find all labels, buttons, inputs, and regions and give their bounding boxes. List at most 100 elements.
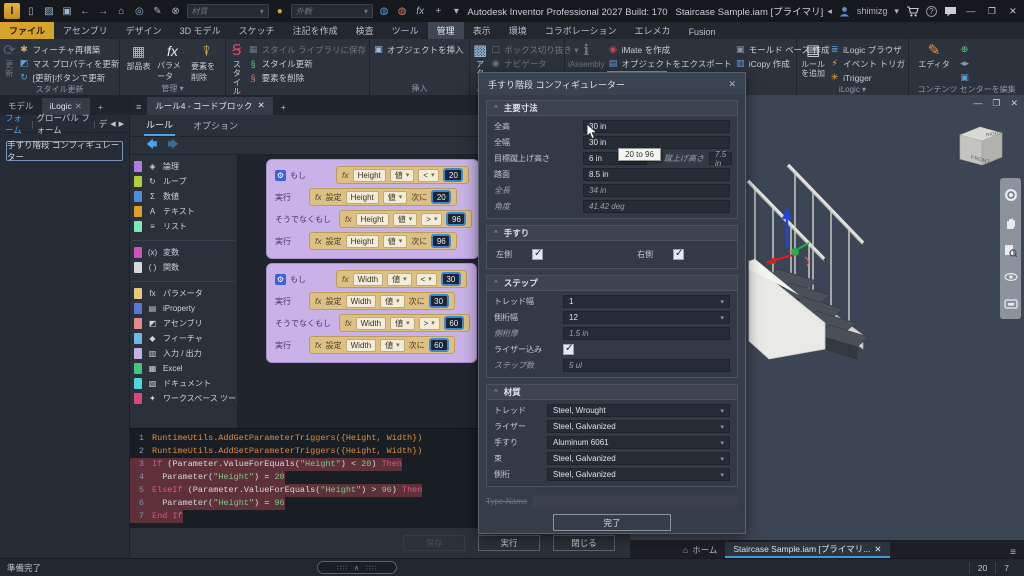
appearance-combo[interactable]: 外観 ▾ (290, 4, 373, 18)
global-forms-link[interactable]: グローバル フォーム (36, 112, 90, 136)
staircase-model[interactable] (735, 153, 885, 373)
parameters-fx-icon[interactable]: fx (413, 4, 427, 18)
new-file-icon[interactable]: ▯ (24, 4, 38, 18)
toolbox-category-15[interactable]: ▧ ドキュメント (130, 376, 237, 391)
done-button[interactable]: 完了 (553, 514, 671, 531)
subtab-options[interactable]: オプション (191, 116, 240, 135)
open-folder-icon[interactable]: ▨ (42, 4, 56, 18)
add-rule-button[interactable]: ▤ ルールを追加 (800, 41, 826, 84)
toolbox-category-0[interactable]: ◈ 論理 (130, 159, 237, 174)
ribbon-tab-2[interactable]: デザイン (117, 22, 171, 39)
clear-appearance-icon[interactable]: ◍ (395, 4, 409, 18)
close-editor-button[interactable]: 閉じる (553, 535, 615, 551)
number-chip[interactable]: 30 (428, 294, 449, 308)
handrail-material-dropdown[interactable]: Aluminum 6061 (547, 436, 730, 449)
number-chip[interactable]: 60 (443, 316, 464, 330)
run-button[interactable]: 実行 (478, 535, 540, 551)
group-label[interactable]: スタイル更新 (0, 84, 119, 95)
number-chip[interactable]: 20 (431, 190, 452, 204)
toolbox-category-6[interactable]: (x) 変数 (130, 245, 237, 260)
user-caret-icon[interactable]: ▾ (894, 6, 899, 17)
cc-update-item[interactable]: ▣ (959, 71, 970, 84)
save-icon[interactable]: ▣ (60, 4, 74, 18)
home-icon[interactable]: ⌂ (114, 4, 128, 18)
group-label[interactable]: 管理 ▾ (120, 83, 225, 95)
adjust-appearance-icon[interactable]: ◍ (377, 4, 391, 18)
zoom-icon[interactable] (1004, 244, 1017, 257)
ribbon-tab-7[interactable]: ツール (383, 22, 428, 39)
rebuild-feature-item[interactable]: ✱ フィーチャ再構築 (19, 43, 120, 56)
toolbox-category-11[interactable]: ◩ アセンブリ (130, 316, 237, 331)
value-dropdown[interactable]: 値 (382, 190, 408, 204)
tab-close-icon[interactable]: ✕ (258, 100, 265, 112)
purge-button[interactable]: ⍒ 要素を削除 (191, 41, 222, 83)
section-header[interactable]: ^ 主要寸法 (487, 101, 737, 116)
add-rule-tab-button[interactable]: + (273, 99, 294, 115)
scroll-left-icon[interactable]: ◀ (110, 120, 115, 128)
stringer-material-dropdown[interactable]: Steel, Galvanized (547, 468, 730, 481)
value-dropdown[interactable]: 値 (382, 234, 408, 248)
ribbon-tab-3[interactable]: 3D モデル (171, 22, 230, 39)
full-navigation-wheel-icon[interactable] (1004, 188, 1018, 202)
close-button[interactable]: ✕ (1006, 6, 1020, 17)
insert-object-item[interactable]: ▣ オブジェクトを挿入 (373, 43, 463, 56)
ilogic-browser-item[interactable]: ≣ iLogic ブラウザ (829, 43, 905, 56)
pan-hand-icon[interactable] (1004, 217, 1017, 230)
value-dropdown[interactable]: 値 (380, 294, 405, 308)
document-tab-staircase[interactable]: Staircase Sample.iam [プライマリ... ✕ (725, 542, 890, 558)
toolbox-category-2[interactable]: Σ 数値 (130, 189, 237, 204)
ribbon-tab-9[interactable]: 表示 (464, 22, 500, 39)
qat-add-icon[interactable]: + (431, 4, 445, 18)
section-header[interactable]: ^ 手すり (487, 226, 737, 241)
dock-collapse-handle[interactable]: ∷∷ ∧ ∷∷ (317, 561, 397, 574)
if-block-height[interactable]: ⚙ もし fx Height 値 < 20 実行 fx (266, 159, 480, 259)
dialog-close-icon[interactable]: ✕ (728, 79, 736, 90)
undo-icon[interactable]: 🡄 (146, 136, 157, 155)
tab-close-icon[interactable]: ✕ (874, 544, 881, 555)
param-pill[interactable]: Height (345, 234, 379, 248)
toolbox-category-10[interactable]: ▤ iProperty (130, 301, 237, 316)
ribbon-tab-8[interactable]: 管理 (427, 22, 464, 39)
include-riser-checkbox[interactable] (563, 343, 574, 355)
export-object-item[interactable]: ▤ オブジェクトをエクスポート (607, 57, 732, 70)
ribbon-tab-5[interactable]: 注記を作成 (284, 22, 347, 39)
operator-dropdown[interactable]: > (421, 212, 443, 226)
operator-dropdown[interactable]: < (415, 272, 437, 286)
cc-editor-button[interactable]: ✎ エディタ (912, 41, 956, 84)
total-height-field[interactable]: 30 in (583, 120, 730, 133)
riser-material-dropdown[interactable]: Steel, Galvanized (547, 420, 730, 433)
doc-restore-icon[interactable]: ❐ (992, 98, 1000, 109)
staircase-configurator-form-button[interactable]: 手すり階段 コンフィギュレーター (6, 140, 123, 162)
purge-style-item[interactable]: § 要素を削除 (248, 71, 366, 84)
stringer-width-dropdown[interactable]: 12 (563, 311, 730, 324)
ribbon-tab-0[interactable]: ファイル (0, 22, 55, 39)
user-name[interactable]: shimizg (857, 6, 888, 16)
tab-list-menu-icon[interactable]: ≡ (1002, 547, 1024, 558)
inventor-logo-icon[interactable]: I (4, 3, 20, 19)
left-rail-checkbox[interactable] (532, 248, 543, 260)
material-ball-icon[interactable]: ⊗ (168, 4, 182, 18)
if-block-width[interactable]: ⚙ もし fx Width 値 < 30 実行 fx (266, 263, 477, 363)
ribbon-tab-6[interactable]: 検査 (347, 22, 383, 39)
toolbox-category-1[interactable]: ↻ ループ (130, 174, 237, 189)
feedback-icon[interactable] (944, 6, 957, 17)
type-name-field[interactable] (533, 495, 738, 508)
toolbox-category-13[interactable]: ▥ 入力 / 出力 (130, 346, 237, 361)
view-cube[interactable]: FRONT RIGHT (950, 121, 1010, 173)
maximize-button[interactable]: ❐ (985, 6, 999, 17)
qat-customize-icon[interactable]: ▾ (449, 4, 463, 18)
param-pill[interactable]: Height (345, 190, 379, 204)
ribbon-tab-10[interactable]: 環境 (500, 22, 536, 39)
param-pill[interactable]: Width (345, 338, 377, 352)
number-chip[interactable]: 30 (440, 272, 461, 286)
post-material-dropdown[interactable]: Steel, Galvanized (547, 452, 730, 465)
ribbon-tab-4[interactable]: スケッチ (230, 22, 284, 39)
section-header[interactable]: ^ 材質 (487, 385, 737, 400)
ribbon-tab-1[interactable]: アセンブリ (54, 22, 117, 39)
mass-properties-item[interactable]: ◩ マス プロパティを更新 (19, 57, 120, 70)
bom-button[interactable]: ▦ 部品表 (123, 41, 154, 83)
value-dropdown[interactable]: 値 (392, 212, 418, 226)
ribbon-tab-13[interactable]: Fusion (680, 25, 725, 39)
ribbon-tab-11[interactable]: コラボレーション (536, 22, 626, 39)
doc-minimize-icon[interactable]: — (973, 98, 982, 109)
